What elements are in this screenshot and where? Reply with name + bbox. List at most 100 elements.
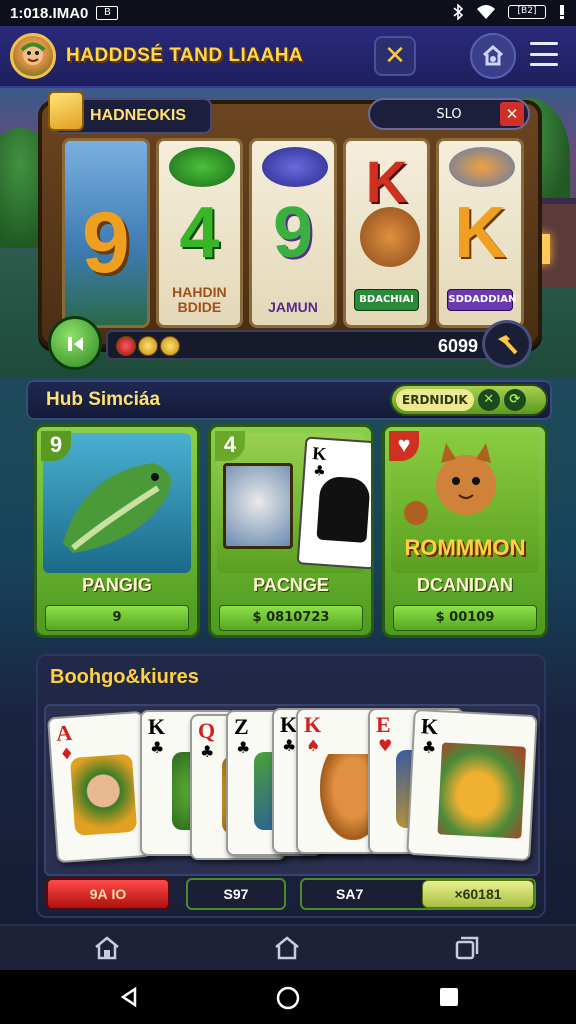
card-hand: A ♦ K ♣ Q ♣ Z ♣ K ♣ K ♠ E ♥ K ♣ — [44, 704, 540, 876]
card-suit: ♥ — [378, 736, 393, 755]
credit-bar: 6099 — [106, 330, 492, 360]
hub-filter-pill[interactable]: ERDNIDIK ✕ ⟳ — [390, 384, 548, 416]
game-card[interactable]: ♥ ROMMMON DCANIDAN $ 00109 — [382, 424, 548, 638]
reel-symbol: K — [454, 193, 507, 273]
lobby-button[interactable] — [470, 33, 516, 79]
slot-mode-label: SLO — [436, 106, 462, 122]
close-button[interactable]: ✕ — [374, 36, 416, 76]
menu-button[interactable] — [530, 42, 558, 66]
player-avatar[interactable] — [10, 33, 56, 79]
shuffle-icon[interactable]: ✕ — [477, 389, 500, 411]
game-price[interactable]: $ 00109 — [393, 605, 537, 631]
treasure-icon — [48, 91, 84, 131]
card-suit: ♣ — [282, 736, 297, 755]
credit-value: 6099 — [437, 336, 478, 356]
slot-mode-pill[interactable]: SLO ✕ — [368, 98, 530, 130]
bet-button-outline[interactable]: S97 — [186, 878, 286, 910]
reel-1: 9 — [62, 138, 150, 328]
card-suit: ♠ — [306, 736, 321, 755]
refresh-icon[interactable]: ⟳ — [503, 389, 526, 411]
reel-caption: JAMUN — [268, 299, 318, 315]
card-rank: E — [376, 712, 391, 737]
windows-icon[interactable] — [452, 934, 482, 962]
fish-icon — [262, 147, 329, 187]
frog-icon — [168, 147, 235, 187]
back-icon[interactable] — [118, 986, 140, 1008]
home-icon[interactable] — [92, 934, 122, 962]
bonus-section: Boohgo&kiures A ♦ K ♣ Q ♣ Z ♣ K ♣ K ♠ E … — [36, 654, 546, 918]
notification-icon: B — [96, 6, 119, 20]
slot-controls: 6099 — [48, 316, 532, 370]
game-name: DCANIDAN — [417, 575, 513, 595]
face-icon — [20, 42, 46, 65]
game-price[interactable]: 9 — [45, 605, 189, 631]
bonus-actions: 9A IO S97 SA7 ×60181 — [44, 878, 540, 912]
slot-game-name: HADNEOKIS — [90, 107, 187, 124]
card-rank: K — [420, 713, 439, 740]
status-bar: 1:018.IMA0 B [B2] — [0, 0, 576, 26]
reel-2: 4 HAHDIN BDIDE — [155, 138, 244, 328]
coin-icon[interactable] — [138, 336, 158, 356]
recents-icon[interactable] — [438, 986, 460, 1008]
fish-icon — [437, 742, 527, 839]
spin-button[interactable] — [48, 316, 102, 370]
card-rank: A — [55, 719, 73, 746]
reel-4: K BDACHIAI — [342, 138, 431, 328]
menu-line — [530, 42, 558, 45]
playing-card[interactable]: A ♦ — [47, 710, 153, 864]
home-icon[interactable] — [272, 934, 302, 962]
reel-symbol: 9 — [81, 195, 130, 291]
reel-caption: HAHDIN BDIDE — [172, 284, 227, 315]
auto-spin-button[interactable] — [482, 320, 532, 368]
menu-line — [530, 63, 558, 66]
wifi-icon — [477, 5, 495, 19]
bet-button-red[interactable]: 9A IO — [46, 878, 170, 910]
card-suit: ♣ — [421, 737, 437, 758]
card-suit: ♣ — [200, 742, 215, 761]
hub-header: Hub Simciáa ERDNIDIK ✕ ⟳ — [26, 380, 552, 420]
reel-3: 9 JAMUN — [249, 138, 337, 328]
coin-icon[interactable] — [160, 336, 180, 356]
card-rank: K — [280, 712, 298, 737]
game-name: PANGIG — [82, 575, 152, 595]
game-name: PACNGE — [253, 575, 329, 595]
card-rank: Z — [234, 714, 249, 739]
coin-icon[interactable] — [116, 336, 136, 356]
cat-icon — [359, 207, 420, 267]
slot-reels: 9 4 HAHDIN BDIDE 9 JAMUN K BDACHIAI K SD… — [62, 138, 524, 328]
hub-filter-label: ERDNIDIK — [396, 389, 474, 411]
game-list: 9 PANGIG 9 K ♣ 4 PACNGE $ 0810723 ♥ ROMM… — [34, 424, 548, 638]
menu-line — [530, 52, 558, 56]
play-icon — [68, 337, 83, 351]
playing-card[interactable]: K ♣ — [406, 708, 538, 862]
reel-symbol: 4 — [179, 193, 220, 273]
multiplier-button[interactable]: ×60181 — [422, 880, 534, 908]
card-suit: ♣ — [150, 738, 165, 757]
game-card[interactable]: K ♣ 4 PACNGE $ 0810723 — [208, 424, 374, 638]
close-icon[interactable]: ✕ — [500, 102, 524, 126]
bet-coins — [116, 336, 180, 356]
reel-symbol: 9 — [272, 193, 313, 273]
app-nav-bar — [0, 924, 576, 970]
slot-game-label: HADNEOKIS — [48, 91, 212, 134]
home-circle-icon[interactable] — [276, 986, 300, 1010]
game-price[interactable]: $ 0810723 — [219, 605, 363, 631]
battery-icon: [B2] — [508, 5, 546, 19]
card-suit: ♣ — [236, 738, 251, 757]
card-rank: Q — [198, 718, 216, 743]
bluetooth-icon — [453, 4, 464, 20]
hammer-icon — [498, 335, 518, 355]
home-refresh-icon — [483, 44, 503, 66]
app-title: HADDDSÉ TAND LIAAHA — [66, 45, 304, 66]
app-header: HADDDSÉ TAND LIAAHA ✕ — [0, 26, 576, 88]
bonus-title: Boohgo&kiures — [50, 666, 199, 688]
reel-5: K SDDADDIAN — [436, 138, 524, 328]
cat-portrait — [223, 463, 293, 549]
alert-icon — [560, 5, 564, 19]
game-feature-title: ROMMMON — [404, 535, 526, 560]
status-time: 1:018.IMA0 — [10, 4, 89, 22]
game-card[interactable]: 9 PANGIG 9 — [34, 424, 200, 638]
reel-caption: SDDADDIAN — [447, 289, 516, 311]
system-nav-bar — [0, 970, 576, 1024]
card-rank: K — [304, 712, 322, 737]
